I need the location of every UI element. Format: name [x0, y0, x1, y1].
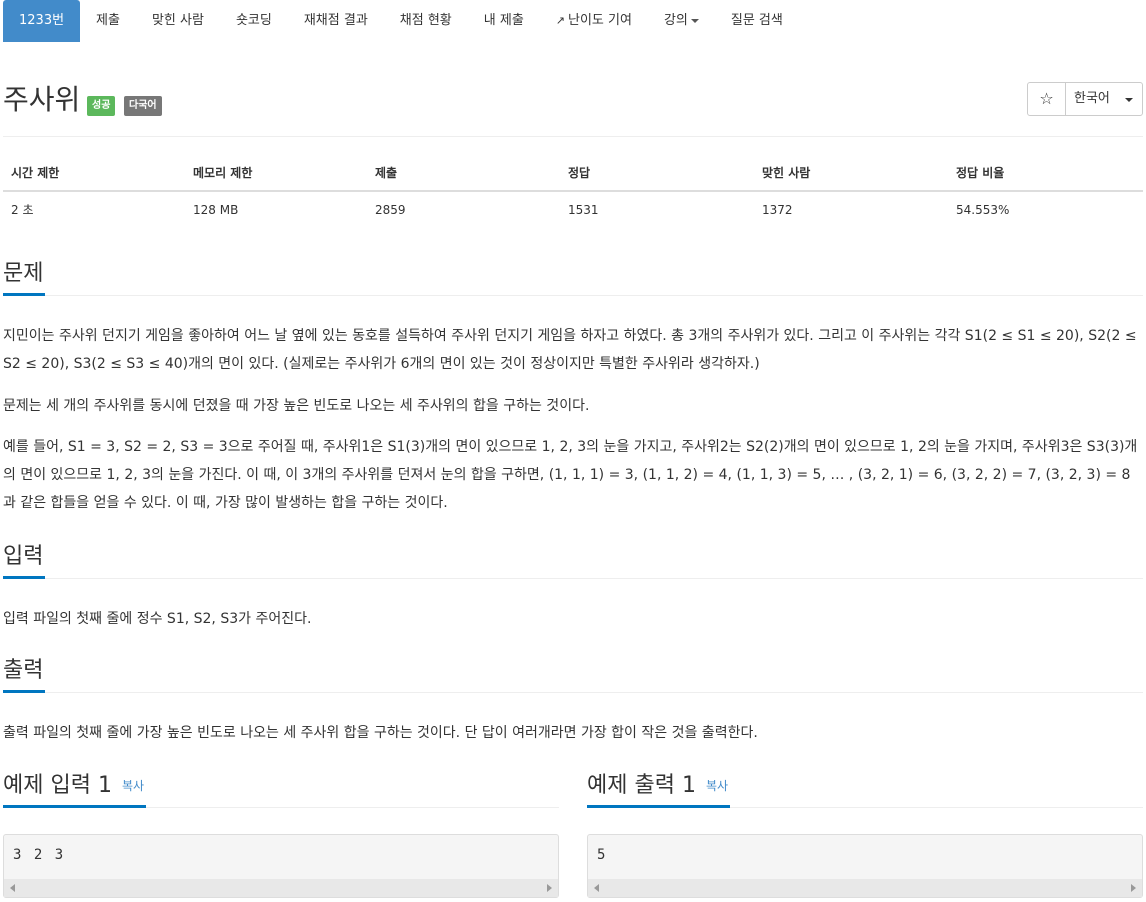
success-badge: 성공 [87, 96, 116, 116]
section-title: 출력 [3, 656, 46, 693]
horizontal-scrollbar[interactable] [588, 879, 1142, 897]
description-paragraph: 지민이는 주사위 던지기 게임을 좋아하여 어느 날 옆에 있는 동호를 설득하… [3, 328, 1137, 372]
divider [3, 136, 1143, 137]
star-icon[interactable]: ☆ [1028, 83, 1066, 115]
info-header: 시간 제한 [3, 155, 185, 192]
sample-output-title: 예제 출력 1 [587, 773, 696, 798]
info-header: 제출 [367, 155, 560, 192]
copy-input-button[interactable]: 복사 [122, 779, 144, 793]
external-link-icon: ↗ [555, 14, 565, 27]
accepted-count: 1531 [568, 202, 599, 217]
tab-my-submissions[interactable]: 내 제출 [468, 0, 540, 42]
submission-count: 2859 [375, 202, 406, 217]
sample-input-heading: 예제 입력 1 복사 [3, 771, 559, 808]
section-title: 예제 출력 1 복사 [587, 771, 731, 808]
tab-short-coding[interactable]: 숏코딩 [220, 0, 288, 42]
sample-input-value: 3 2 3 [13, 847, 64, 863]
section-title: 문제 [3, 259, 46, 296]
sample-input-box[interactable]: 3 2 3 [3, 834, 559, 898]
description-paragraph: 예를 들어, S1 = 3, S2 = 2, S3 = 3으로 주어질 때, 주… [3, 439, 1138, 511]
tab-problem[interactable]: 1233번 [3, 0, 81, 42]
info-header: 맞힌 사람 [754, 155, 948, 192]
title-actions: ☆ 한국어 [1027, 82, 1143, 116]
scroll-right-icon[interactable] [547, 884, 552, 892]
copy-output-button[interactable]: 복사 [706, 779, 728, 793]
scroll-left-icon[interactable] [594, 884, 599, 892]
input-paragraph: 입력 파일의 첫째 줄에 정수 S1, S2, S3가 주어진다. [3, 611, 312, 627]
title-row: 주사위 성공 다국어 ☆ 한국어 [3, 82, 1143, 122]
solver-count: 1372 [762, 202, 793, 217]
sample-output-heading: 예제 출력 1 복사 [587, 771, 1143, 808]
tab-rejudge-results[interactable]: 재채점 결과 [288, 0, 384, 42]
sample-input-title: 예제 입력 1 [3, 773, 112, 798]
output-paragraph: 출력 파일의 첫째 줄에 가장 높은 빈도로 나오는 세 주사위 합을 구하는 … [3, 725, 758, 741]
info-header-row: 시간 제한 메모리 제한 제출 정답 맞힌 사람 정답 비율 [3, 155, 1143, 192]
info-header: 정답 비율 [948, 155, 1143, 192]
caret-down-icon [1125, 98, 1133, 102]
info-header: 메모리 제한 [185, 155, 367, 192]
memory-limit: 128 MB [193, 202, 239, 217]
description-paragraph: 문제는 세 개의 주사위를 동시에 던졌을 때 가장 높은 빈도로 나오는 세 … [3, 398, 590, 414]
horizontal-scrollbar[interactable] [4, 879, 558, 897]
multilang-badge[interactable]: 다국어 [124, 96, 162, 116]
problem-nav: 1233번 제출 맞힌 사람 숏코딩 재채점 결과 채점 현황 내 제출 ↗ 난이… [3, 0, 799, 42]
section-title: 입력 [3, 542, 46, 579]
output-heading: 출력 [3, 656, 1143, 693]
scroll-right-icon[interactable] [1131, 884, 1136, 892]
tab-solvers[interactable]: 맞힌 사람 [136, 0, 220, 42]
tab-question-search[interactable]: 질문 검색 [715, 0, 799, 42]
scroll-left-icon[interactable] [10, 884, 15, 892]
tab-difficulty-label: 난이도 기여 [568, 13, 632, 28]
problem-info-table: 시간 제한 메모리 제한 제출 정답 맞힌 사람 정답 비율 2 초 128 M… [3, 155, 1143, 227]
accept-ratio: 54.553% [956, 202, 1010, 217]
sample-output-box[interactable]: 5 [587, 834, 1143, 898]
tab-difficulty-contribution[interactable]: ↗ 난이도 기여 [540, 0, 648, 42]
info-header: 정답 [560, 155, 754, 192]
tab-status[interactable]: 채점 현황 [384, 0, 468, 42]
language-label: 한국어 [1074, 91, 1110, 106]
section-title: 예제 입력 1 복사 [3, 771, 147, 808]
caret-down-icon [690, 18, 699, 23]
page-title: 주사위 [3, 83, 81, 116]
time-limit: 2 초 [11, 203, 34, 217]
sample-output-value: 5 [597, 847, 606, 863]
description-heading: 문제 [3, 259, 1143, 296]
info-value-row: 2 초 128 MB 2859 1531 1372 54.553% [3, 191, 1143, 227]
language-dropdown[interactable]: 한국어 [1066, 83, 1142, 115]
tab-submit[interactable]: 제출 [80, 0, 136, 42]
tab-lectures-label: 강의 [663, 13, 688, 28]
tab-lectures[interactable]: 강의 [648, 0, 715, 42]
input-heading: 입력 [3, 542, 1143, 579]
